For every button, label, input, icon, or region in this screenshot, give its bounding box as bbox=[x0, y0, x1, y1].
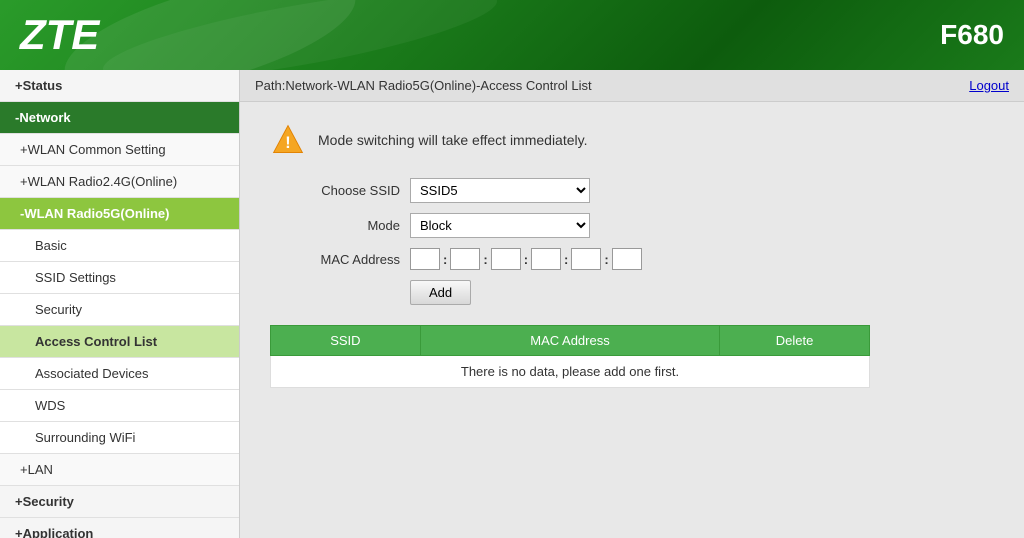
add-button-row: Add bbox=[410, 280, 994, 305]
col-ssid: SSID bbox=[271, 326, 421, 356]
model-name: F680 bbox=[940, 19, 1004, 51]
content-area: Path:Network-WLAN Radio5G(Online)-Access… bbox=[240, 70, 1024, 538]
mac-input-6[interactable] bbox=[612, 248, 642, 270]
choose-ssid-row: Choose SSID SSID5 SSID1 SSID2 SSID3 SSID… bbox=[270, 178, 994, 203]
sidebar-item-wlan-radio5g[interactable]: -WLAN Radio5G(Online) bbox=[0, 198, 239, 230]
mac-sep-4: : bbox=[564, 252, 568, 267]
mac-sep-2: : bbox=[483, 252, 487, 267]
mac-input-4[interactable] bbox=[531, 248, 561, 270]
logout-link[interactable]: Logout bbox=[969, 78, 1009, 93]
mac-sep-3: : bbox=[524, 252, 528, 267]
sidebar-item-wlan-radio24[interactable]: +WLAN Radio2.4G(Online) bbox=[0, 166, 239, 198]
mac-input-1[interactable] bbox=[410, 248, 440, 270]
mac-address-row: MAC Address : : : : : bbox=[270, 248, 994, 270]
mac-address-label: MAC Address bbox=[270, 252, 400, 267]
main-layout: +Status -Network +WLAN Common Setting +W… bbox=[0, 70, 1024, 538]
ssid-select[interactable]: SSID5 SSID1 SSID2 SSID3 SSID4 SSID6 bbox=[410, 178, 590, 203]
sidebar-item-wlan-common[interactable]: +WLAN Common Setting bbox=[0, 134, 239, 166]
content-body: ! Mode switching will take effect immedi… bbox=[240, 102, 1024, 538]
svg-text:!: ! bbox=[285, 134, 290, 152]
table-header-row: SSID MAC Address Delete bbox=[271, 326, 870, 356]
sidebar-item-application[interactable]: +Application bbox=[0, 518, 239, 538]
table-empty-row: There is no data, please add one first. bbox=[271, 356, 870, 388]
mac-input-2[interactable] bbox=[450, 248, 480, 270]
col-delete: Delete bbox=[720, 326, 870, 356]
choose-ssid-label: Choose SSID bbox=[270, 183, 400, 198]
add-button[interactable]: Add bbox=[410, 280, 471, 305]
form-section: Choose SSID SSID5 SSID1 SSID2 SSID3 SSID… bbox=[270, 178, 994, 305]
path-bar: Path:Network-WLAN Radio5G(Online)-Access… bbox=[240, 70, 1024, 102]
mac-input-3[interactable] bbox=[491, 248, 521, 270]
breadcrumb: Path:Network-WLAN Radio5G(Online)-Access… bbox=[255, 78, 592, 93]
sidebar-item-security[interactable]: Security bbox=[0, 294, 239, 326]
sidebar-item-network[interactable]: -Network bbox=[0, 102, 239, 134]
sidebar-item-associated-devices[interactable]: Associated Devices bbox=[0, 358, 239, 390]
warning-box: ! Mode switching will take effect immedi… bbox=[270, 122, 994, 158]
warning-icon: ! bbox=[270, 122, 306, 158]
sidebar-item-ssid-settings[interactable]: SSID Settings bbox=[0, 262, 239, 294]
sidebar-item-wds[interactable]: WDS bbox=[0, 390, 239, 422]
mode-row: Mode Block Allow bbox=[270, 213, 994, 238]
warning-message: Mode switching will take effect immediat… bbox=[318, 132, 587, 148]
mac-inputs: : : : : : bbox=[410, 248, 642, 270]
table-empty-message: There is no data, please add one first. bbox=[271, 356, 870, 388]
sidebar-item-access-control[interactable]: Access Control List bbox=[0, 326, 239, 358]
mac-sep-1: : bbox=[443, 252, 447, 267]
sidebar-item-surrounding-wifi[interactable]: Surrounding WiFi bbox=[0, 422, 239, 454]
mac-sep-5: : bbox=[604, 252, 608, 267]
logo: ZTE bbox=[20, 11, 99, 59]
sidebar-item-basic[interactable]: Basic bbox=[0, 230, 239, 262]
mac-input-5[interactable] bbox=[571, 248, 601, 270]
data-table: SSID MAC Address Delete There is no data… bbox=[270, 325, 870, 388]
col-mac: MAC Address bbox=[420, 326, 719, 356]
sidebar: +Status -Network +WLAN Common Setting +W… bbox=[0, 70, 240, 538]
header: ZTE F680 bbox=[0, 0, 1024, 70]
mode-select[interactable]: Block Allow bbox=[410, 213, 590, 238]
mode-label: Mode bbox=[270, 218, 400, 233]
sidebar-item-security-section[interactable]: +Security bbox=[0, 486, 239, 518]
sidebar-item-status[interactable]: +Status bbox=[0, 70, 239, 102]
sidebar-item-lan[interactable]: +LAN bbox=[0, 454, 239, 486]
